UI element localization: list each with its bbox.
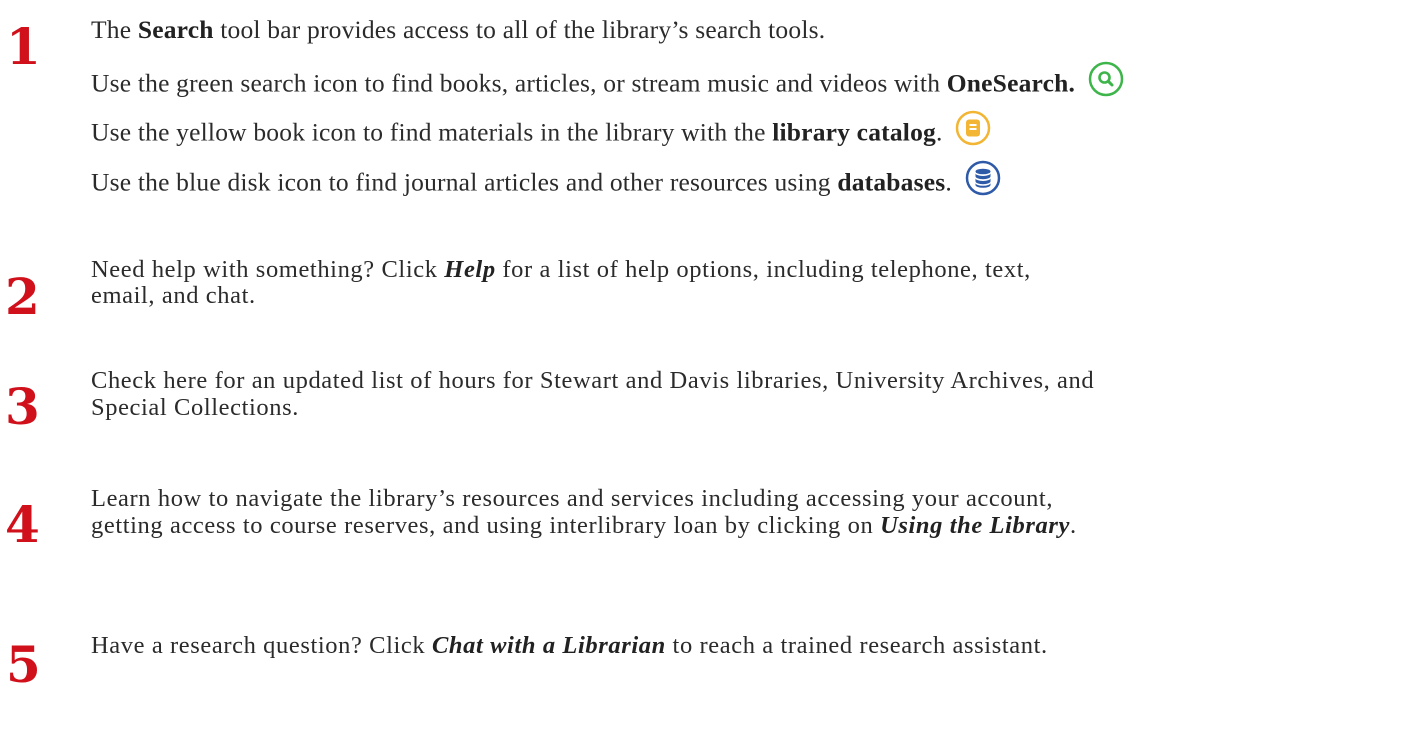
step-number-5: 5 [6, 635, 41, 694]
item5-line1-text-c: to reach a trained research assistant. [665, 632, 1048, 659]
item4-line2-text-a: getting access to course reserves, and u… [91, 512, 881, 539]
step-number-1: 1 [6, 17, 41, 76]
item1-line1: The Search tool bar provides access to a… [91, 14, 825, 45]
item1-line3: Use the yellow book icon to find materia… [91, 110, 991, 156]
item1-onesearch-term: OneSearch. [946, 68, 1076, 98]
item1-line4-text-c: . [945, 167, 952, 197]
item1-line1-text-c: tool bar provides access to all of the l… [213, 15, 826, 44]
step-number-4: 4 [5, 495, 40, 554]
item2-help-term: Help [444, 256, 496, 283]
database-icon [965, 160, 1001, 203]
item1-line4: Use the blue disk icon to find journal a… [91, 160, 1001, 206]
item1-line3-text-c: . [935, 117, 943, 147]
book-icon [955, 110, 991, 153]
item5-chat-term: Chat with a Librarian [431, 632, 666, 659]
item1-databases-term: databases [837, 167, 946, 197]
item5-line1: Have a research question? Click Chat wit… [91, 630, 1048, 661]
item1-catalog-term: library catalog [772, 117, 936, 147]
item1-line4-text-a: Use the blue disk icon to find journal a… [91, 167, 838, 197]
item1-search-term: Search [137, 15, 214, 44]
item1-line1-text-a: The [91, 15, 138, 44]
search-icon [1088, 61, 1124, 104]
item2-line1-text-c: for a list of help options, including te… [495, 256, 1031, 283]
step-number-3: 3 [5, 377, 40, 436]
item3-line2: Special Collections. [91, 394, 299, 421]
step-number-2: 2 [5, 267, 40, 326]
item4-line2-text-c: . [1069, 512, 1077, 539]
item1-line3-text-a: Use the yellow book icon to find materia… [91, 117, 773, 147]
item1-line2: Use the green search icon to find books,… [91, 61, 1124, 107]
item4-line2: getting access to course reserves, and u… [91, 510, 1077, 541]
item2-line1-text-a: Need help with something? Click [91, 256, 445, 283]
item1-line2-text-a: Use the green search icon to find books,… [91, 68, 947, 98]
item4-using-library-term: Using the Library [880, 512, 1070, 539]
item2-line2: email, and chat. [91, 282, 256, 309]
item5-line1-text-a: Have a research question? Click [91, 632, 432, 659]
